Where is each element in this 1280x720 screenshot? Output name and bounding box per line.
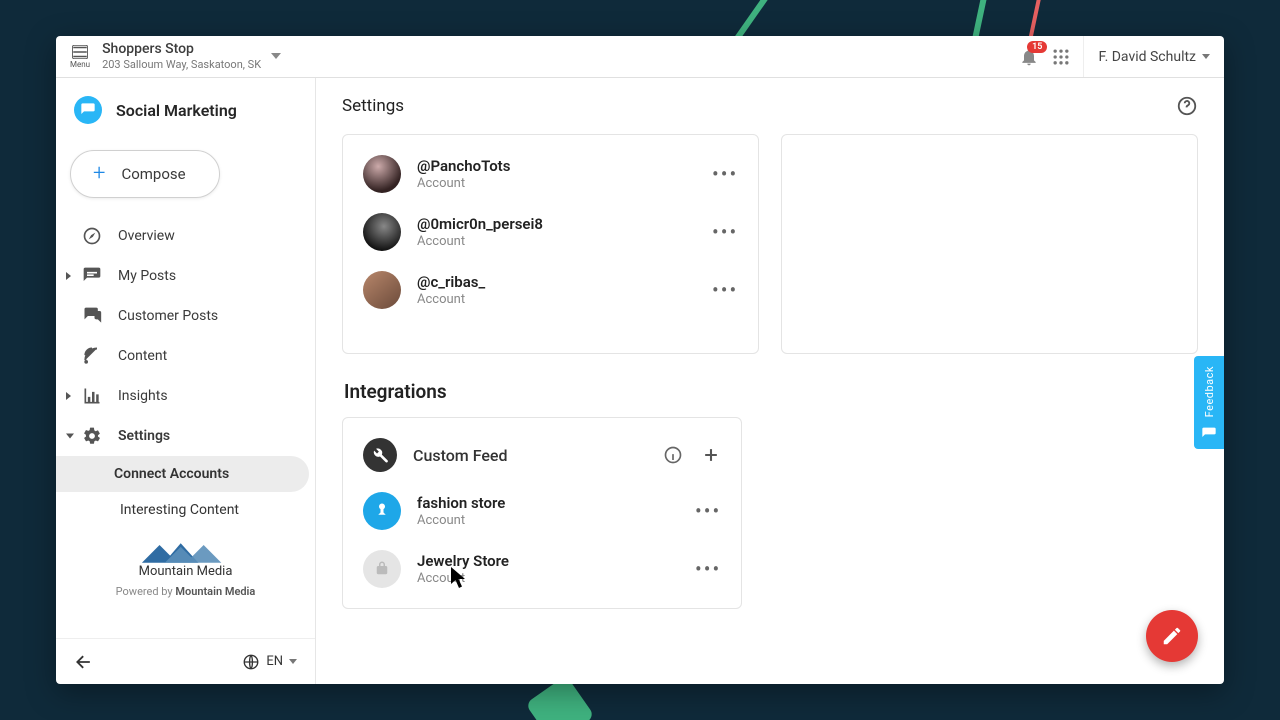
feed-row: Jewelry Store Account ••• — [349, 540, 735, 598]
accounts-card: @PanchoTots Account ••• @0micr0n_persei8… — [342, 134, 759, 354]
avatar — [363, 271, 401, 309]
page-title: Settings — [342, 96, 404, 116]
menu-button[interactable]: Menu — [70, 45, 90, 69]
nav-insights[interactable]: Insights — [56, 376, 315, 416]
more-menu-button[interactable]: ••• — [712, 220, 738, 244]
avatar — [363, 213, 401, 251]
feed-row: fashion store Account ••• — [349, 482, 735, 540]
sidebar: Social Marketing + Compose Overview My P… — [56, 78, 316, 684]
chevron-down-icon — [1202, 54, 1210, 59]
wrench-icon — [363, 438, 397, 472]
nav-interesting-content[interactable]: Interesting Content — [62, 492, 309, 528]
powered-by: Powered by Mountain Media — [76, 585, 295, 598]
feed-icon — [363, 550, 401, 588]
feedback-tab[interactable]: Feedback — [1194, 356, 1224, 449]
help-button[interactable] — [1176, 95, 1198, 117]
notification-badge: 15 — [1027, 41, 1047, 54]
nav-my-posts[interactable]: My Posts — [56, 256, 315, 296]
main: Settings @PanchoTots Account •• — [316, 78, 1224, 684]
more-menu-button[interactable]: ••• — [712, 162, 738, 186]
compose-fab[interactable] — [1146, 610, 1198, 662]
product-name: Social Marketing — [116, 101, 237, 120]
content-area: @PanchoTots Account ••• @0micr0n_persei8… — [316, 134, 1224, 684]
nav-overview[interactable]: Overview — [56, 216, 315, 256]
language-switcher[interactable]: EN — [242, 653, 297, 671]
compose-button[interactable]: + Compose — [70, 150, 220, 198]
integrations-card: Custom Feed — [342, 417, 742, 609]
info-button[interactable] — [663, 445, 683, 465]
more-menu-button[interactable]: ••• — [695, 557, 721, 581]
avatar — [363, 155, 401, 193]
business-switcher[interactable]: Shoppers Stop 203 Salloum Way, Saskatoon… — [102, 42, 281, 70]
app-window: Menu Shoppers Stop 203 Salloum Way, Sask… — [56, 36, 1224, 684]
empty-card — [781, 134, 1198, 354]
business-name: Shoppers Stop — [102, 42, 261, 57]
feed-icon — [363, 492, 401, 530]
account-row: @PanchoTots Account ••• — [349, 145, 752, 203]
sidebar-brand: Mountain Media Powered by Mountain Media — [56, 528, 315, 606]
apps-menu-button[interactable] — [1051, 47, 1071, 67]
chevron-down-icon — [289, 659, 297, 664]
nav: Overview My Posts Customer Posts Content… — [56, 216, 315, 638]
integration-header: Custom Feed — [349, 428, 735, 482]
business-address: 203 Salloum Way, Saskatoon, SK — [102, 58, 261, 71]
more-menu-button[interactable]: ••• — [712, 278, 738, 302]
account-row: @c_ribas_ Account ••• — [349, 261, 752, 319]
chevron-down-icon — [271, 53, 281, 59]
nav-content[interactable]: Content — [56, 336, 315, 376]
nav-connect-accounts[interactable]: Connect Accounts — [56, 456, 309, 492]
account-row: @0micr0n_persei8 Account ••• — [349, 203, 752, 261]
nav-settings[interactable]: Settings — [56, 416, 315, 456]
back-button[interactable] — [74, 652, 94, 672]
more-menu-button[interactable]: ••• — [695, 499, 721, 523]
notifications-button[interactable]: 15 — [1019, 47, 1039, 67]
page-header: Settings — [316, 78, 1224, 134]
nav-customer-posts[interactable]: Customer Posts — [56, 296, 315, 336]
add-button[interactable] — [701, 445, 721, 465]
product-header: Social Marketing — [56, 78, 315, 130]
brand-name: Mountain Media — [76, 564, 295, 579]
compose-label: Compose — [121, 165, 185, 183]
user-name: F. David Schultz — [1098, 49, 1196, 65]
user-menu[interactable]: F. David Schultz — [1083, 36, 1210, 77]
topbar: Menu Shoppers Stop 203 Salloum Way, Sask… — [56, 36, 1224, 78]
sidebar-bottom: EN — [56, 638, 315, 684]
integrations-heading: Integrations — [344, 380, 1198, 403]
menu-label: Menu — [70, 60, 90, 69]
product-logo-icon — [74, 96, 102, 124]
